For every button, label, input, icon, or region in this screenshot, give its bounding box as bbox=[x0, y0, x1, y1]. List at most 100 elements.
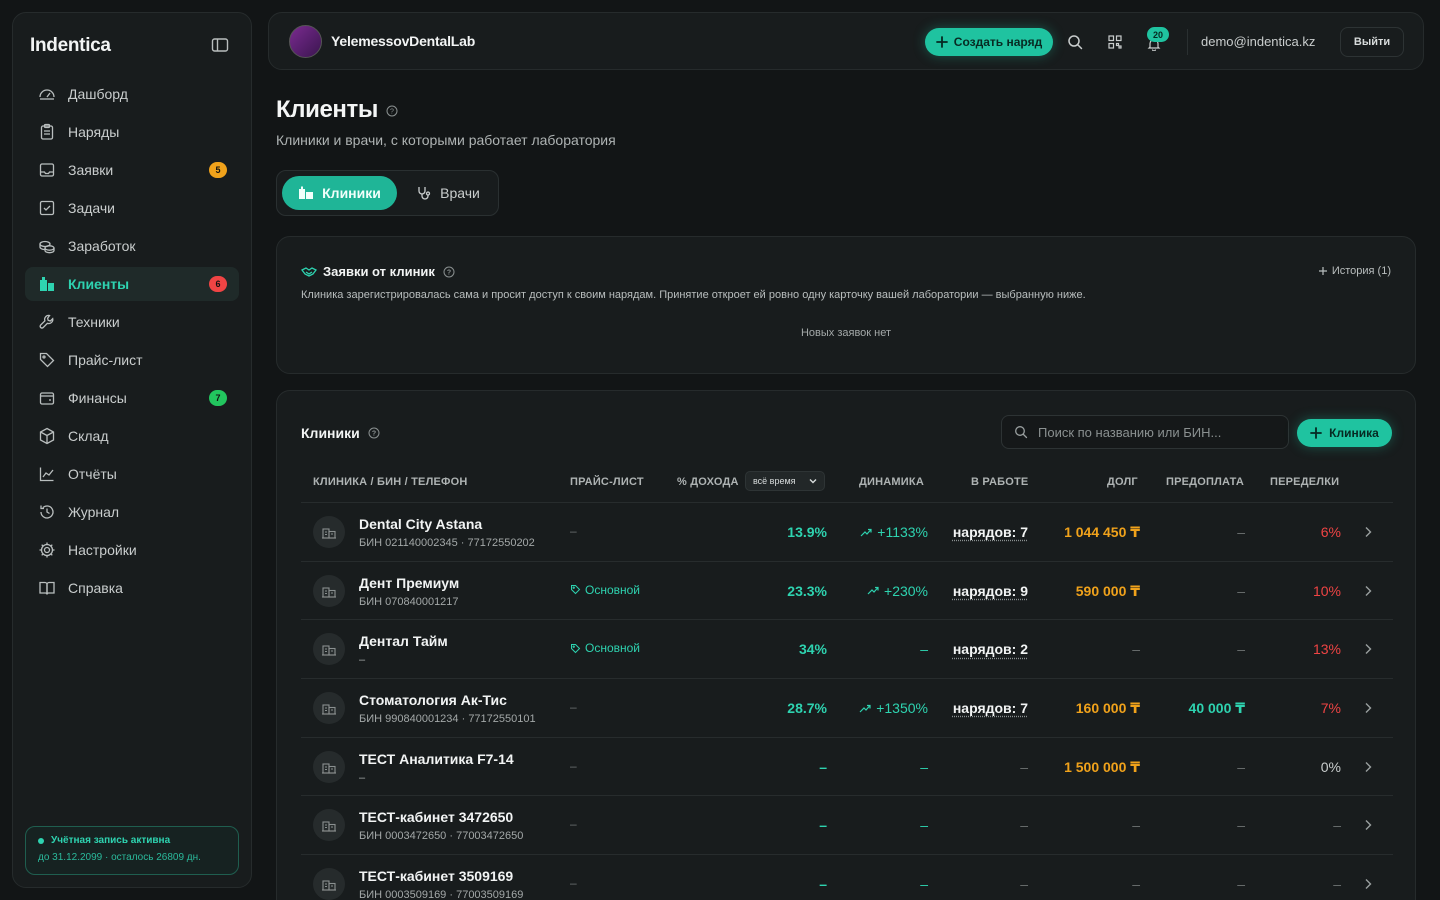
clinic-bin-phone: – bbox=[359, 654, 365, 666]
trending-up-icon bbox=[860, 528, 872, 537]
clinic-search-input[interactable] bbox=[1038, 425, 1278, 440]
help-circle-icon[interactable]: ? bbox=[386, 104, 398, 122]
sidebar-item-9[interactable]: Склад bbox=[25, 419, 239, 453]
clinic-avatar bbox=[313, 751, 345, 783]
clinic-name[interactable]: Стоматология Ак-Тис bbox=[359, 692, 507, 708]
sidebar-item-2[interactable]: Заявки 5 bbox=[25, 153, 239, 187]
plus-icon bbox=[936, 36, 948, 48]
price-list-cell[interactable]: Основной bbox=[570, 641, 640, 655]
chevron-right-icon[interactable] bbox=[1363, 877, 1373, 891]
debt-amount: 1 044 450 ₸ bbox=[1064, 524, 1140, 541]
search-icon[interactable] bbox=[1066, 33, 1084, 51]
sidebar-item-11[interactable]: Журнал bbox=[25, 495, 239, 529]
chevron-right-icon[interactable] bbox=[1363, 584, 1373, 598]
help-circle-icon[interactable]: ? bbox=[368, 427, 380, 439]
redo-percent: 7% bbox=[1321, 700, 1341, 716]
clinic-name[interactable]: Дентал Тайм bbox=[359, 633, 448, 649]
sidebar-item-0[interactable]: Дашборд bbox=[25, 77, 239, 111]
tab-doctors[interactable]: Врачи bbox=[403, 176, 493, 210]
col-debt[interactable]: ДОЛГ bbox=[1107, 476, 1138, 488]
chevron-right-icon[interactable] bbox=[1363, 818, 1373, 832]
in-work-orders[interactable]: нарядов: 7 bbox=[953, 700, 1028, 716]
income-percent: 13.9% bbox=[787, 524, 827, 540]
tab-clinics[interactable]: Клиники bbox=[282, 176, 397, 210]
sidebar-item-5[interactable]: Клиенты 6 bbox=[25, 267, 239, 301]
table-row[interactable]: ТЕСТ Аналитика F7-14 – – – – – 1 500 000 ₸ – 0% bbox=[301, 738, 1393, 797]
price-list-cell: – bbox=[570, 876, 577, 890]
clinic-name[interactable]: ТЕСТ Аналитика F7-14 bbox=[359, 751, 514, 767]
table-row[interactable]: Dental City Astana БИН 021140002345 · 771… bbox=[301, 503, 1393, 562]
in-work-orders[interactable]: нарядов: 9 bbox=[953, 583, 1028, 599]
income-percent: – bbox=[819, 759, 827, 775]
income-percent: 28.7% bbox=[787, 700, 827, 716]
brand-logo: Indentica bbox=[30, 35, 111, 57]
sidebar-item-12[interactable]: Настройки bbox=[25, 533, 239, 567]
sidebar-item-label: Заработок bbox=[68, 238, 135, 254]
in-work-orders: – bbox=[1020, 759, 1028, 775]
price-list-cell[interactable]: Основной bbox=[570, 583, 640, 597]
sidebar-item-10[interactable]: Отчёты bbox=[25, 457, 239, 491]
sidebar-item-13[interactable]: Справка bbox=[25, 571, 239, 605]
dynamics-value: +1133% bbox=[877, 524, 928, 540]
debt-amount: 590 000 ₸ bbox=[1076, 583, 1140, 600]
sidebar-toggle-icon[interactable] bbox=[211, 37, 229, 53]
building-icon bbox=[38, 275, 56, 293]
redo-percent: – bbox=[1333, 876, 1341, 892]
sidebar-item-6[interactable]: Техники bbox=[25, 305, 239, 339]
table-row[interactable]: Стоматология Ак-Тис БИН 990840001234 · 77… bbox=[301, 679, 1393, 738]
chevron-down-icon bbox=[808, 476, 818, 486]
requests-title: Заявки от клиник bbox=[323, 264, 435, 279]
account-status-text: Учётная запись активна bbox=[51, 835, 170, 846]
in-work-orders[interactable]: нарядов: 7 bbox=[953, 524, 1028, 540]
table-row[interactable]: Дент Премиум БИН 070840001217 Основной 23.3… bbox=[301, 562, 1393, 621]
col-prepayment[interactable]: ПРЕДОПЛАТА bbox=[1166, 476, 1244, 488]
table-row[interactable]: ТЕСТ-кабинет 3509169 БИН 0003509169 · 770… bbox=[301, 855, 1393, 900]
clinic-bin-phone: БИН 0003509169 · 77003509169 bbox=[359, 889, 523, 900]
sidebar-item-8[interactable]: Финансы 7 bbox=[25, 381, 239, 415]
lab-avatar[interactable] bbox=[289, 25, 322, 58]
clinic-name[interactable]: Dental City Astana bbox=[359, 516, 482, 532]
clinic-name[interactable]: Дент Премиум bbox=[359, 575, 459, 591]
col-in-work[interactable]: В РАБОТЕ bbox=[971, 476, 1028, 488]
period-select[interactable]: всё время bbox=[745, 471, 825, 491]
chevron-right-icon[interactable] bbox=[1363, 760, 1373, 774]
qr-code-icon[interactable] bbox=[1106, 33, 1124, 51]
lab-name[interactable]: YelemessovDentalLab bbox=[331, 33, 475, 49]
chevron-right-icon[interactable] bbox=[1363, 701, 1373, 715]
chevron-right-icon[interactable] bbox=[1363, 525, 1373, 539]
col-redo[interactable]: ПЕРЕДЕЛКИ bbox=[1270, 476, 1339, 488]
help-circle-icon[interactable]: ? bbox=[443, 266, 455, 278]
logout-button[interactable]: Выйти bbox=[1340, 27, 1404, 57]
dynamics-cell: +230% bbox=[867, 583, 928, 599]
clinic-bin-phone: БИН 070840001217 bbox=[359, 596, 459, 608]
sidebar-item-7[interactable]: Прайс-лист bbox=[25, 343, 239, 377]
col-dynamics[interactable]: ДИНАМИКА bbox=[859, 476, 924, 488]
clinic-name[interactable]: ТЕСТ-кабинет 3472650 bbox=[359, 809, 513, 825]
col-price-list[interactable]: ПРАЙС-ЛИСТ bbox=[570, 476, 644, 488]
sidebar-item-label: Заявки bbox=[68, 162, 113, 178]
wrench-icon bbox=[38, 313, 56, 331]
checkbox-icon bbox=[38, 199, 56, 217]
sidebar-item-1[interactable]: Наряды bbox=[25, 115, 239, 149]
clinic-bin-phone: БИН 990840001234 · 77172550101 bbox=[359, 713, 536, 725]
col-income[interactable]: % ДОХОДА bbox=[677, 476, 739, 488]
inbox-icon bbox=[38, 161, 56, 179]
sidebar-item-4[interactable]: Заработок bbox=[25, 229, 239, 263]
create-order-button[interactable]: Создать наряд bbox=[925, 28, 1053, 56]
building-icon bbox=[321, 583, 337, 599]
income-percent: – bbox=[819, 876, 827, 892]
sidebar-badge: 7 bbox=[209, 390, 227, 406]
in-work-orders[interactable]: нарядов: 2 bbox=[953, 641, 1028, 657]
clinic-search bbox=[1001, 415, 1289, 449]
chevron-right-icon[interactable] bbox=[1363, 642, 1373, 656]
add-clinic-button[interactable]: Клиника bbox=[1297, 419, 1392, 447]
dynamics-value: +1350% bbox=[876, 700, 928, 716]
table-row[interactable]: ТЕСТ-кабинет 3472650 БИН 0003472650 · 770… bbox=[301, 796, 1393, 855]
clinic-name[interactable]: ТЕСТ-кабинет 3509169 bbox=[359, 868, 513, 884]
col-clinic[interactable]: КЛИНИКА / БИН / ТЕЛЕФОН bbox=[313, 476, 468, 488]
plus-icon bbox=[1310, 427, 1322, 439]
sidebar-item-3[interactable]: Задачи bbox=[25, 191, 239, 225]
sidebar-item-label: Журнал bbox=[68, 504, 119, 520]
table-row[interactable]: Дентал Тайм – Основной 34% – нарядов: 2 – – 13% bbox=[301, 620, 1393, 679]
requests-history-button[interactable]: История (1) bbox=[1318, 265, 1391, 277]
